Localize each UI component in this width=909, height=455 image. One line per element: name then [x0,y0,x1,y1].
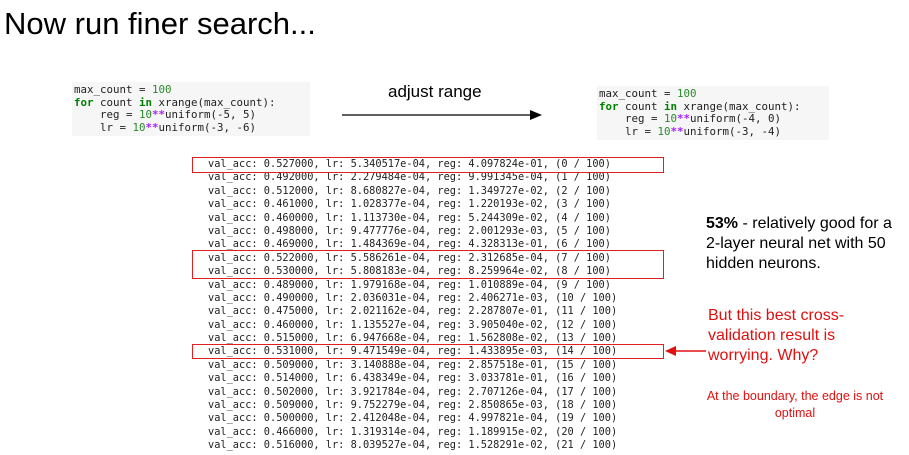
left-arrow-icon [665,346,706,356]
log-row: val_acc: 0.460000, lr: 1.113730e-04, reg… [208,211,611,224]
log-row: val_acc: 0.500000, lr: 2.412048e-04, reg… [208,412,618,425]
log-row: val_acc: 0.514000, lr: 6.438349e-04, reg… [208,372,618,385]
log-row: val_acc: 0.516000, lr: 8.039527e-04, reg… [208,439,618,452]
log-row: val_acc: 0.490000, lr: 2.036031e-04, reg… [208,291,618,304]
log-row: val_acc: 0.461000, lr: 1.028377e-04, reg… [208,198,611,211]
right-arrow-icon [342,110,542,120]
highlight-box-row-14 [192,344,664,359]
log-row: val_acc: 0.460000, lr: 1.135527e-04, reg… [208,318,618,331]
boundary-note: At the boundary, the edge is not optimal [706,389,884,420]
highlight-box-rows-7-8 [192,250,664,279]
worry-note: But this best cross-validation result is… [708,307,845,364]
result-note: 53% - relatively good for a 2-layer neur… [706,215,892,272]
log-row: val_acc: 0.502000, lr: 3.921784e-04, reg… [208,385,618,398]
validation-log: val_acc: 0.527000, lr: 5.340517e-04, reg… [208,158,617,453]
log-row: val_acc: 0.509000, lr: 9.752279e-04, reg… [208,399,618,412]
highlight-box-row-0 [192,157,664,173]
code-block-adjusted-range: max_count = 100 for count in xrange(max_… [597,86,829,140]
log-row: val_acc: 0.489000, lr: 1.979168e-04, reg… [208,278,611,291]
log-row: val_acc: 0.512000, lr: 8.680827e-04, reg… [208,184,611,197]
log-row: val_acc: 0.466000, lr: 1.319314e-04, reg… [208,425,618,438]
adjust-range-label: adjust range [388,82,482,101]
log-row: val_acc: 0.492000, lr: 2.279484e-04, reg… [208,171,611,184]
code-block-original-range: max_count = 100 for count in xrange(max_… [72,82,310,136]
slide-title: Now run finer search... [4,6,316,41]
log-row: val_acc: 0.475000, lr: 2.021162e-04, reg… [208,305,618,318]
log-row: val_acc: 0.498000, lr: 9.477776e-04, reg… [208,224,611,237]
log-row: val_acc: 0.509000, lr: 3.140888e-04, reg… [208,358,618,371]
